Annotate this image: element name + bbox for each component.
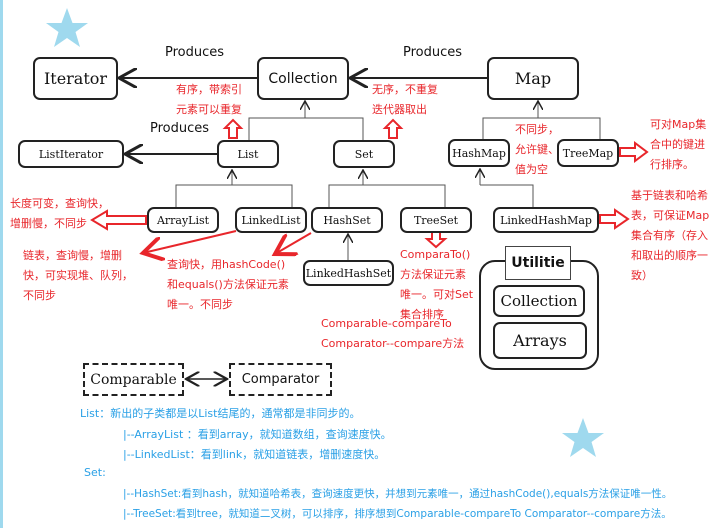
node-util-collection: Collection: [493, 285, 585, 317]
node-list-iterator: ListIterator: [18, 140, 124, 168]
node-linkedhashmap: LinkedHashMap: [493, 207, 599, 233]
node-list: List: [217, 140, 279, 168]
note-hashmap: 不同步， 允许键、 值为空: [515, 123, 559, 176]
node-hashset: HashSet: [311, 207, 383, 233]
node-linkedlist: LinkedList: [235, 207, 307, 233]
note-set: 无序，不重复 迭代器取出: [372, 83, 438, 116]
summary-line: |--ArrayList ：看到array，就知道数组，查询速度快。: [123, 428, 392, 441]
collection-framework-diagram: Iterator Collection Map ListIterator Lis…: [0, 0, 720, 528]
produces-label: Produces: [403, 45, 463, 60]
star-icon: [562, 418, 604, 457]
node-set: Set: [333, 140, 395, 168]
summary-line: |--LinkedList：看到link，就知道链表，增删速度快。: [123, 448, 386, 461]
note-list: 有序，带索引 元素可以重复: [176, 83, 242, 116]
produces-label: Produces: [165, 45, 225, 60]
note-treeset: ComparaTo() 方法保证元素 唯一。可对Set 集合排序: [400, 248, 474, 321]
summary-line: |--TreeSet:看到tree，就知道二叉树，可以排序，排序想到Compar…: [123, 508, 672, 520]
node-arraylist: ArrayList: [147, 207, 219, 233]
utilitie-title: Utilitie: [505, 246, 571, 280]
node-util-arrays: Arrays: [493, 322, 587, 359]
note-compare: Comparable-compareTo Comparator--compare…: [321, 317, 465, 350]
star-icon: [46, 8, 88, 47]
summary-line: List：新出的子类都是以List结尾的，通常都是非同步的。: [80, 407, 361, 420]
node-linkedhashset: LinkedHashSet: [303, 260, 394, 286]
node-collection: Collection: [257, 57, 349, 100]
node-iterator: Iterator: [33, 57, 118, 100]
note-arraylist: 长度可变，查询快， 增删慢，不同步: [10, 197, 109, 230]
summary-line: Set:: [84, 466, 106, 479]
produces-label: Produces: [150, 121, 210, 136]
node-comparator: Comparator: [229, 363, 332, 396]
node-hashmap: HashMap: [448, 139, 510, 167]
note-linkedhashmap: 基于链表和哈希 表，可保证Map 集合有序（存入 和取出的顺序一 致）: [631, 189, 710, 282]
note-linkedlist: 链表，查询慢，增删 快，可实现堆、队列， 不同步: [23, 249, 133, 302]
note-treemap: 可对Map集 合中的键进 行排序。: [650, 118, 707, 171]
node-map: Map: [487, 57, 579, 100]
node-treemap: TreeMap: [557, 139, 619, 167]
node-treeset: TreeSet: [400, 207, 472, 233]
summary-line: |--HashSet:看到hash，就知道哈希表，查询速度更快，并想到元素唯一，…: [123, 488, 673, 500]
node-comparable: Comparable: [83, 363, 184, 396]
note-hashset: 查询快，用hashCode() 和equals()方法保证元素 唯一。不同步: [167, 258, 289, 311]
